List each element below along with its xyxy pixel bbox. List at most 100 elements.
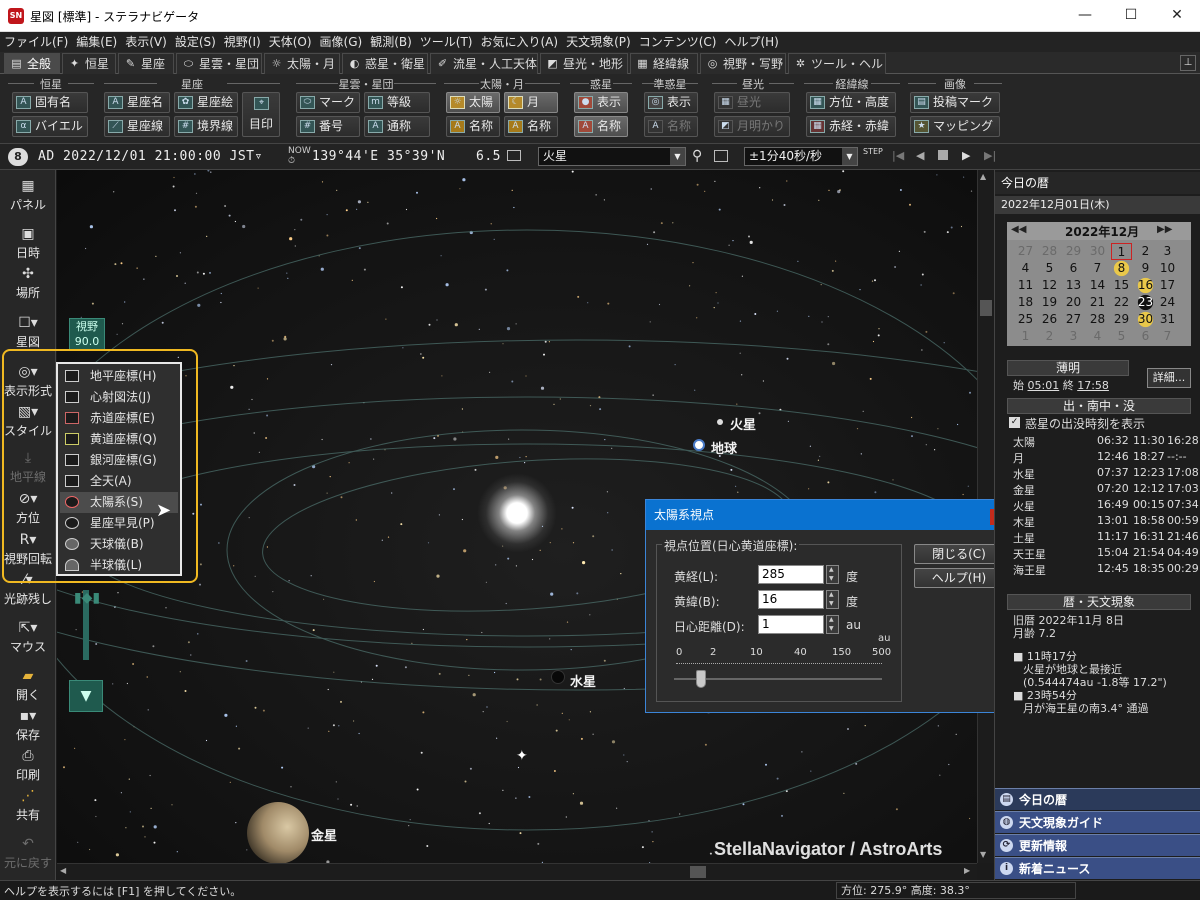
starmap-button[interactable]: ☐▾ 星図: [0, 315, 56, 350]
menu-view[interactable]: 表示(V): [121, 32, 171, 52]
calendar-day[interactable]: 28: [1087, 311, 1108, 328]
calendar-day[interactable]: 27: [1063, 311, 1084, 328]
undo-button[interactable]: ↶ 元に戻す: [0, 836, 56, 871]
menu-item-galactic[interactable]: 銀河座標(G): [60, 450, 178, 471]
step-select[interactable]: ±1分40秒/秒 ▼: [744, 147, 858, 166]
maximize-button[interactable]: ☐: [1108, 0, 1154, 32]
menu-observe[interactable]: 観測(B): [366, 32, 416, 52]
search-icon[interactable]: ⚲: [692, 148, 702, 164]
play-icon[interactable]: ▶: [962, 149, 970, 162]
scroll-left-icon[interactable]: ◀: [60, 866, 66, 875]
calendar-day[interactable]: 18: [1015, 294, 1036, 311]
calendar-day[interactable]: 26: [1039, 311, 1060, 328]
distance-spinner[interactable]: [826, 615, 839, 634]
show-planets-checkbox[interactable]: ✓: [1009, 417, 1020, 428]
moonlight-button[interactable]: ◩ 月明かり: [714, 116, 790, 137]
calendar-day[interactable]: 17: [1157, 277, 1178, 294]
tab-gridlines[interactable]: ▦ 経緯線: [630, 53, 698, 74]
calendar-day[interactable]: 31: [1157, 311, 1178, 328]
magnitude-display[interactable]: 6.5: [476, 149, 501, 164]
calendar-day[interactable]: 12: [1039, 277, 1060, 294]
calendar-day[interactable]: 29: [1063, 243, 1084, 260]
moon-button[interactable]: ☾ 月: [504, 92, 558, 113]
tab-daylight[interactable]: ◩ 昼光・地形: [540, 53, 628, 74]
sun-object[interactable]: [477, 473, 557, 553]
panel-button[interactable]: ▦ パネル: [0, 178, 56, 213]
datetime-button[interactable]: ▣ 日時: [0, 226, 56, 261]
planet-name-button[interactable]: A 名称: [574, 116, 628, 137]
calendar-day[interactable]: 13: [1063, 277, 1084, 294]
mercury-object[interactable]: [551, 670, 565, 684]
calendar-day[interactable]: 16: [1135, 277, 1156, 294]
datetime-display[interactable]: AD 2022/12/01 21:00:00 JST▿: [38, 149, 263, 164]
constellation-name-button[interactable]: A 星座名: [104, 92, 170, 113]
tab-constellations[interactable]: ✎ 星座: [118, 53, 174, 74]
pin-icon[interactable]: ⊥: [1180, 55, 1196, 71]
nav-today-calendar[interactable]: ▤ 今日の暦: [995, 788, 1200, 810]
print-button[interactable]: ⎙ 印刷: [0, 748, 56, 783]
place-button[interactable]: ✣ 場所: [0, 266, 56, 301]
menu-item-celestial-globe[interactable]: 天球儀(B): [60, 534, 178, 555]
constellation-art-button[interactable]: ✿ 星座絵: [174, 92, 238, 113]
calendar-day[interactable]: 30: [1087, 243, 1108, 260]
keyboard-icon[interactable]: [507, 150, 521, 161]
calendar-day[interactable]: 23: [1135, 294, 1156, 311]
tab-fov[interactable]: ◎ 視野・写野: [700, 53, 786, 74]
distance-input[interactable]: 1: [758, 615, 824, 634]
calendar-day[interactable]: 7: [1157, 328, 1178, 345]
sun-name-button[interactable]: A 名称: [446, 116, 500, 137]
calendar-day[interactable]: 10: [1157, 260, 1178, 277]
venus-object[interactable]: [247, 802, 309, 863]
calendar-day[interactable]: 15: [1111, 277, 1132, 294]
number-button[interactable]: # 番号: [296, 116, 360, 137]
zoom-handle-icon[interactable]: ▮◆▮: [69, 590, 105, 610]
constellation-line-button[interactable]: ⟋ 星座線: [104, 116, 170, 137]
eight-icon[interactable]: 8: [8, 148, 28, 166]
save-button[interactable]: ▪▾ 保存: [0, 708, 56, 743]
calendar-day[interactable]: 4: [1015, 260, 1036, 277]
mars-object[interactable]: [717, 419, 723, 425]
window-icon[interactable]: [714, 150, 728, 162]
latitude-spinner[interactable]: [826, 590, 839, 609]
menu-item-ecliptic[interactable]: 黄道座標(Q): [60, 429, 178, 450]
calendar-day[interactable]: 29: [1111, 311, 1132, 328]
scroll-thumb[interactable]: [690, 866, 706, 878]
calendar-day[interactable]: 24: [1157, 294, 1178, 311]
bayer-button[interactable]: α バイエル: [12, 116, 88, 137]
share-button[interactable]: ⋰ 共有: [0, 788, 56, 823]
mark-button[interactable]: ⬭ マーク: [296, 92, 360, 113]
calendar-day[interactable]: 1: [1111, 243, 1132, 260]
calendar-day[interactable]: 1: [1015, 328, 1036, 345]
calendar-day[interactable]: 6: [1135, 328, 1156, 345]
menu-favorites[interactable]: お気に入り(A): [477, 32, 563, 52]
calendar-day[interactable]: 27: [1015, 243, 1036, 260]
earth-object[interactable]: [693, 439, 705, 451]
calendar-day[interactable]: 11: [1015, 277, 1036, 294]
nav-news[interactable]: i 新着ニュース: [995, 857, 1200, 879]
menu-item-equatorial[interactable]: 赤道座標(E): [60, 408, 178, 429]
location-display[interactable]: 139°44'E 35°39'N: [312, 149, 445, 164]
menu-fov[interactable]: 視野(I): [220, 32, 265, 52]
calendar-day[interactable]: 9: [1135, 260, 1156, 277]
scroll-down-icon[interactable]: ▼: [980, 850, 986, 859]
tab-planets[interactable]: ◐ 惑星・衛星: [342, 53, 428, 74]
target-select[interactable]: 火星 ▼: [538, 147, 686, 166]
mapping-button[interactable]: ★ マッピング: [910, 116, 1000, 137]
play-back-icon[interactable]: ◀: [916, 149, 924, 162]
calendar-day[interactable]: 21: [1087, 294, 1108, 311]
dwarf-show-button[interactable]: ◎ 表示: [644, 92, 698, 113]
stop-icon[interactable]: [938, 150, 948, 160]
longitude-spinner[interactable]: [826, 565, 839, 584]
magnitude-button[interactable]: m 等級: [364, 92, 430, 113]
detail-button[interactable]: 詳細...: [1147, 368, 1191, 388]
calendar-day[interactable]: 22: [1111, 294, 1132, 311]
calendar-day[interactable]: 28: [1039, 243, 1060, 260]
step-icon[interactable]: STEP: [863, 147, 883, 156]
calendar-day[interactable]: 19: [1039, 294, 1060, 311]
menu-object[interactable]: 天体(O): [265, 32, 316, 52]
menu-help[interactable]: ヘルプ(H): [720, 32, 782, 52]
tab-meteors[interactable]: ✐ 流星・人工天体: [430, 53, 538, 74]
horizontal-scrollbar[interactable]: ◀ ▶: [57, 863, 977, 880]
nav-phenomena-guide[interactable]: ◍ 天文現象ガイド: [995, 811, 1200, 833]
menu-item-hemisphere[interactable]: 半球儀(L): [60, 555, 178, 576]
